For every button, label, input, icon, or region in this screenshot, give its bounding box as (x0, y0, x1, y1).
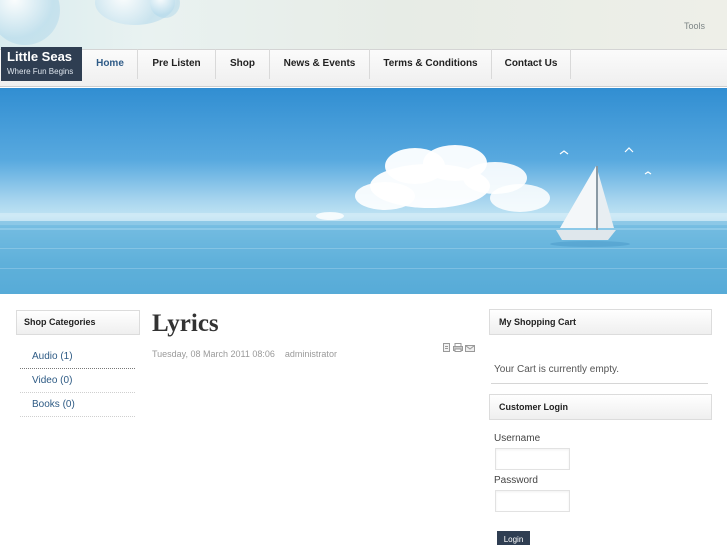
nav-item-pre-listen[interactable]: Pre Listen (138, 49, 216, 79)
article-author: administrator (284, 349, 337, 359)
nav-item-terms-conditions[interactable]: Terms & Conditions (370, 49, 492, 79)
password-label: Password (494, 475, 538, 486)
nav-item-shop[interactable]: Shop (216, 49, 270, 79)
logo-tagline: Where Fun Begins (7, 67, 74, 76)
nav-item-contact-us[interactable]: Contact Us (492, 49, 571, 79)
divider (491, 383, 708, 384)
banner-seascape (0, 145, 727, 294)
shopping-cart-title: My Shopping Cart (499, 317, 576, 327)
password-field[interactable] (495, 490, 570, 512)
customer-login-title: Customer Login (499, 402, 568, 412)
cart-empty-message: Your Cart is currently empty. (494, 364, 620, 375)
birds (559, 147, 652, 175)
login-button[interactable]: Login (497, 531, 530, 545)
site-logo[interactable]: Little Seas Where Fun Begins (1, 47, 82, 81)
nav-item-news-events[interactable]: News & Events (270, 49, 370, 79)
cloud (316, 145, 550, 220)
header-background: Tools (0, 0, 727, 49)
nav-item-home[interactable]: Home (83, 49, 138, 79)
category-item-books[interactable]: Books (0) (20, 393, 135, 417)
username-field[interactable] (495, 448, 570, 470)
print-icon[interactable] (453, 342, 463, 355)
article-meta: Tuesday, 08 March 2011 08:06 administrato… (152, 349, 337, 359)
decorative-bubble (0, 0, 60, 45)
category-item-video[interactable]: Video (0) (20, 369, 135, 393)
category-item-audio[interactable]: Audio (1) (20, 345, 135, 369)
logo-title: Little Seas (7, 49, 73, 64)
shop-categories-header: Shop Categories (16, 310, 140, 335)
customer-login-header: Customer Login (489, 394, 712, 420)
email-icon[interactable] (465, 342, 475, 355)
shopping-cart-header: My Shopping Cart (489, 309, 712, 335)
pdf-icon[interactable] (443, 342, 451, 355)
shop-categories-title: Shop Categories (24, 317, 96, 327)
hero-banner (0, 88, 727, 294)
username-label: Username (494, 433, 541, 444)
tools-link[interactable]: Tools (684, 21, 705, 31)
article-date: Tuesday, 08 March 2011 08:06 (152, 349, 275, 359)
page-title: Lyrics (152, 310, 219, 337)
